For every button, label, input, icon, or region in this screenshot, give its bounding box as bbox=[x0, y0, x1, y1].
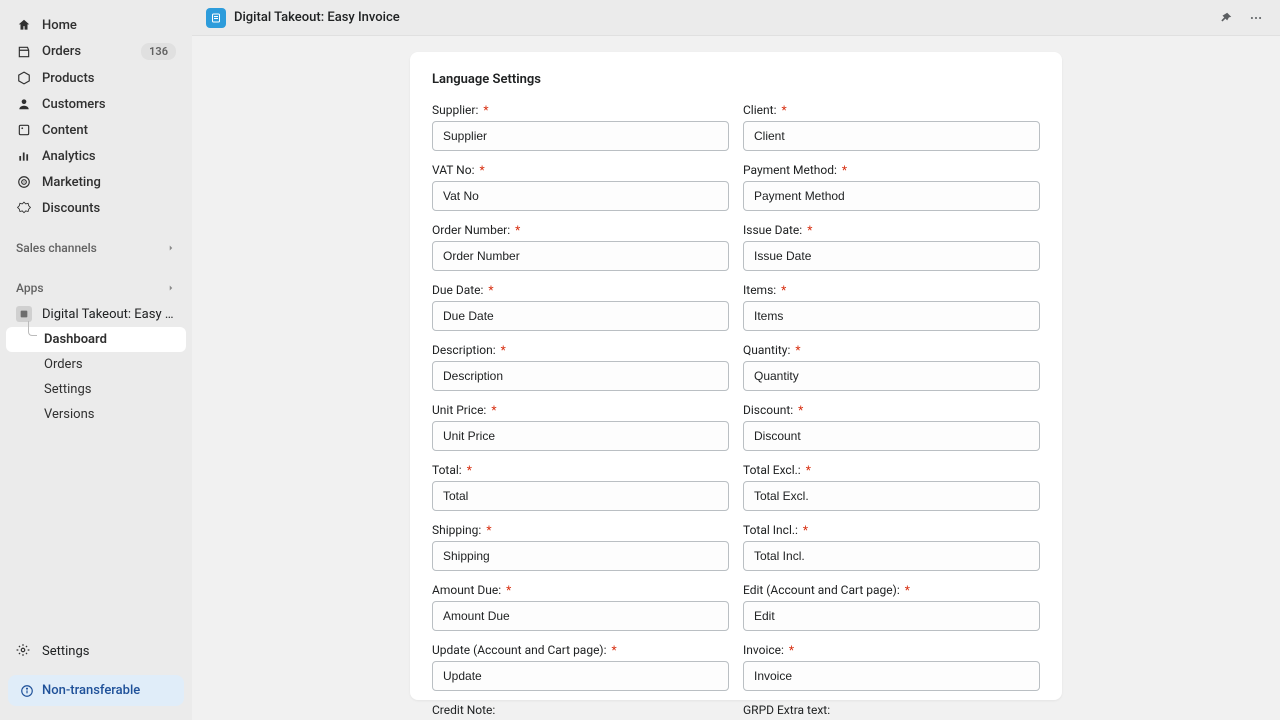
app-badge-icon bbox=[206, 8, 226, 28]
nav-settings[interactable]: Settings bbox=[6, 637, 186, 665]
items-input[interactable] bbox=[743, 301, 1040, 331]
pin-button[interactable] bbox=[1216, 8, 1236, 28]
invoice-input[interactable] bbox=[743, 661, 1040, 691]
orders-icon bbox=[16, 44, 32, 60]
update-input[interactable] bbox=[432, 661, 729, 691]
nav-analytics[interactable]: Analytics bbox=[6, 143, 186, 169]
analytics-icon bbox=[16, 148, 32, 164]
info-icon bbox=[20, 684, 34, 698]
home-icon bbox=[16, 17, 32, 33]
payment-input[interactable] bbox=[743, 181, 1040, 211]
page-title: Digital Takeout: Easy Invoice bbox=[234, 10, 400, 25]
card-title: Language Settings bbox=[432, 72, 1040, 87]
duedate-input[interactable] bbox=[432, 301, 729, 331]
field-total: Total: * bbox=[432, 463, 729, 511]
supplier-input[interactable] bbox=[432, 121, 729, 151]
app-label: Digital Takeout: Easy Invoi... bbox=[42, 307, 176, 322]
fields-grid: Supplier: * Client: * VAT No: * Payment … bbox=[432, 103, 1040, 720]
customers-icon bbox=[16, 96, 32, 112]
field-ordernum: Order Number: * bbox=[432, 223, 729, 271]
issuedate-input[interactable] bbox=[743, 241, 1040, 271]
settings-label: Settings bbox=[42, 644, 89, 659]
chevron-right-icon bbox=[166, 283, 176, 293]
field-update: Update (Account and Cart page): * bbox=[432, 643, 729, 691]
apps-header[interactable]: Apps bbox=[6, 275, 186, 301]
chevron-right-icon bbox=[166, 243, 176, 253]
field-vatno: VAT No: * bbox=[432, 163, 729, 211]
main: Digital Takeout: Easy Invoice Language S… bbox=[192, 0, 1280, 720]
content-icon bbox=[16, 122, 32, 138]
sub-settings[interactable]: Settings bbox=[6, 377, 186, 402]
totalexcl-input[interactable] bbox=[743, 481, 1040, 511]
section-label: Sales channels bbox=[16, 241, 97, 255]
field-totalexcl: Total Excl.: * bbox=[743, 463, 1040, 511]
nav-label: Customers bbox=[42, 97, 106, 112]
nav-products[interactable]: Products bbox=[6, 65, 186, 91]
nav-content[interactable]: Content bbox=[6, 117, 186, 143]
sub-dashboard[interactable]: Dashboard bbox=[6, 327, 186, 352]
sub-versions[interactable]: Versions bbox=[6, 402, 186, 427]
products-icon bbox=[16, 70, 32, 86]
nav-home[interactable]: Home bbox=[6, 12, 186, 38]
field-issuedate: Issue Date: * bbox=[743, 223, 1040, 271]
discounts-icon bbox=[16, 200, 32, 216]
field-creditnote: Credit Note: bbox=[432, 703, 729, 720]
field-discount: Discount: * bbox=[743, 403, 1040, 451]
field-supplier: Supplier: * bbox=[432, 103, 729, 151]
nav-label: Analytics bbox=[42, 149, 96, 164]
client-input[interactable] bbox=[743, 121, 1040, 151]
total-input[interactable] bbox=[432, 481, 729, 511]
unitprice-input[interactable] bbox=[432, 421, 729, 451]
gear-icon bbox=[16, 643, 32, 659]
orders-badge: 136 bbox=[141, 43, 176, 60]
field-invoice: Invoice: * bbox=[743, 643, 1040, 691]
field-unitprice: Unit Price: * bbox=[432, 403, 729, 451]
app-icon bbox=[16, 306, 32, 322]
field-client: Client: * bbox=[743, 103, 1040, 151]
sidebar: Home Orders 136 Products Customers Conte… bbox=[0, 0, 192, 720]
marketing-icon bbox=[16, 174, 32, 190]
nav-orders[interactable]: Orders 136 bbox=[6, 38, 186, 65]
field-shipping: Shipping: * bbox=[432, 523, 729, 571]
nav-label: Marketing bbox=[42, 175, 101, 190]
ordernum-input[interactable] bbox=[432, 241, 729, 271]
nav-label: Products bbox=[42, 71, 94, 86]
vatno-input[interactable] bbox=[432, 181, 729, 211]
field-items: Items: * bbox=[743, 283, 1040, 331]
description-input[interactable] bbox=[432, 361, 729, 391]
field-amountdue: Amount Due: * bbox=[432, 583, 729, 631]
nav-marketing[interactable]: Marketing bbox=[6, 169, 186, 195]
content-area: Language Settings Supplier: * Client: * … bbox=[192, 36, 1280, 720]
amountdue-input[interactable] bbox=[432, 601, 729, 631]
nav-label: Discounts bbox=[42, 201, 100, 216]
shipping-input[interactable] bbox=[432, 541, 729, 571]
nav-label: Orders bbox=[42, 44, 81, 59]
more-button[interactable] bbox=[1246, 8, 1266, 28]
sub-orders[interactable]: Orders bbox=[6, 352, 186, 377]
edit-input[interactable] bbox=[743, 601, 1040, 631]
topbar: Digital Takeout: Easy Invoice bbox=[192, 0, 1280, 36]
nontransferable-badge[interactable]: Non-transferable bbox=[8, 675, 184, 706]
section-label: Apps bbox=[16, 281, 44, 295]
field-edit: Edit (Account and Cart page): * bbox=[743, 583, 1040, 631]
field-grpd: GRPD Extra text: bbox=[743, 703, 1040, 720]
badge-label: Non-transferable bbox=[42, 683, 140, 698]
totalincl-input[interactable] bbox=[743, 541, 1040, 571]
field-duedate: Due Date: * bbox=[432, 283, 729, 331]
discount-input[interactable] bbox=[743, 421, 1040, 451]
field-description: Description: * bbox=[432, 343, 729, 391]
sales-channels-header[interactable]: Sales channels bbox=[6, 235, 186, 261]
field-quantity: Quantity: * bbox=[743, 343, 1040, 391]
field-totalincl: Total Incl.: * bbox=[743, 523, 1040, 571]
nav-label: Content bbox=[42, 123, 88, 138]
nav-discounts[interactable]: Discounts bbox=[6, 195, 186, 221]
field-payment: Payment Method: * bbox=[743, 163, 1040, 211]
quantity-input[interactable] bbox=[743, 361, 1040, 391]
language-settings-card: Language Settings Supplier: * Client: * … bbox=[410, 52, 1062, 700]
nav-customers[interactable]: Customers bbox=[6, 91, 186, 117]
nav-label: Home bbox=[42, 18, 77, 33]
